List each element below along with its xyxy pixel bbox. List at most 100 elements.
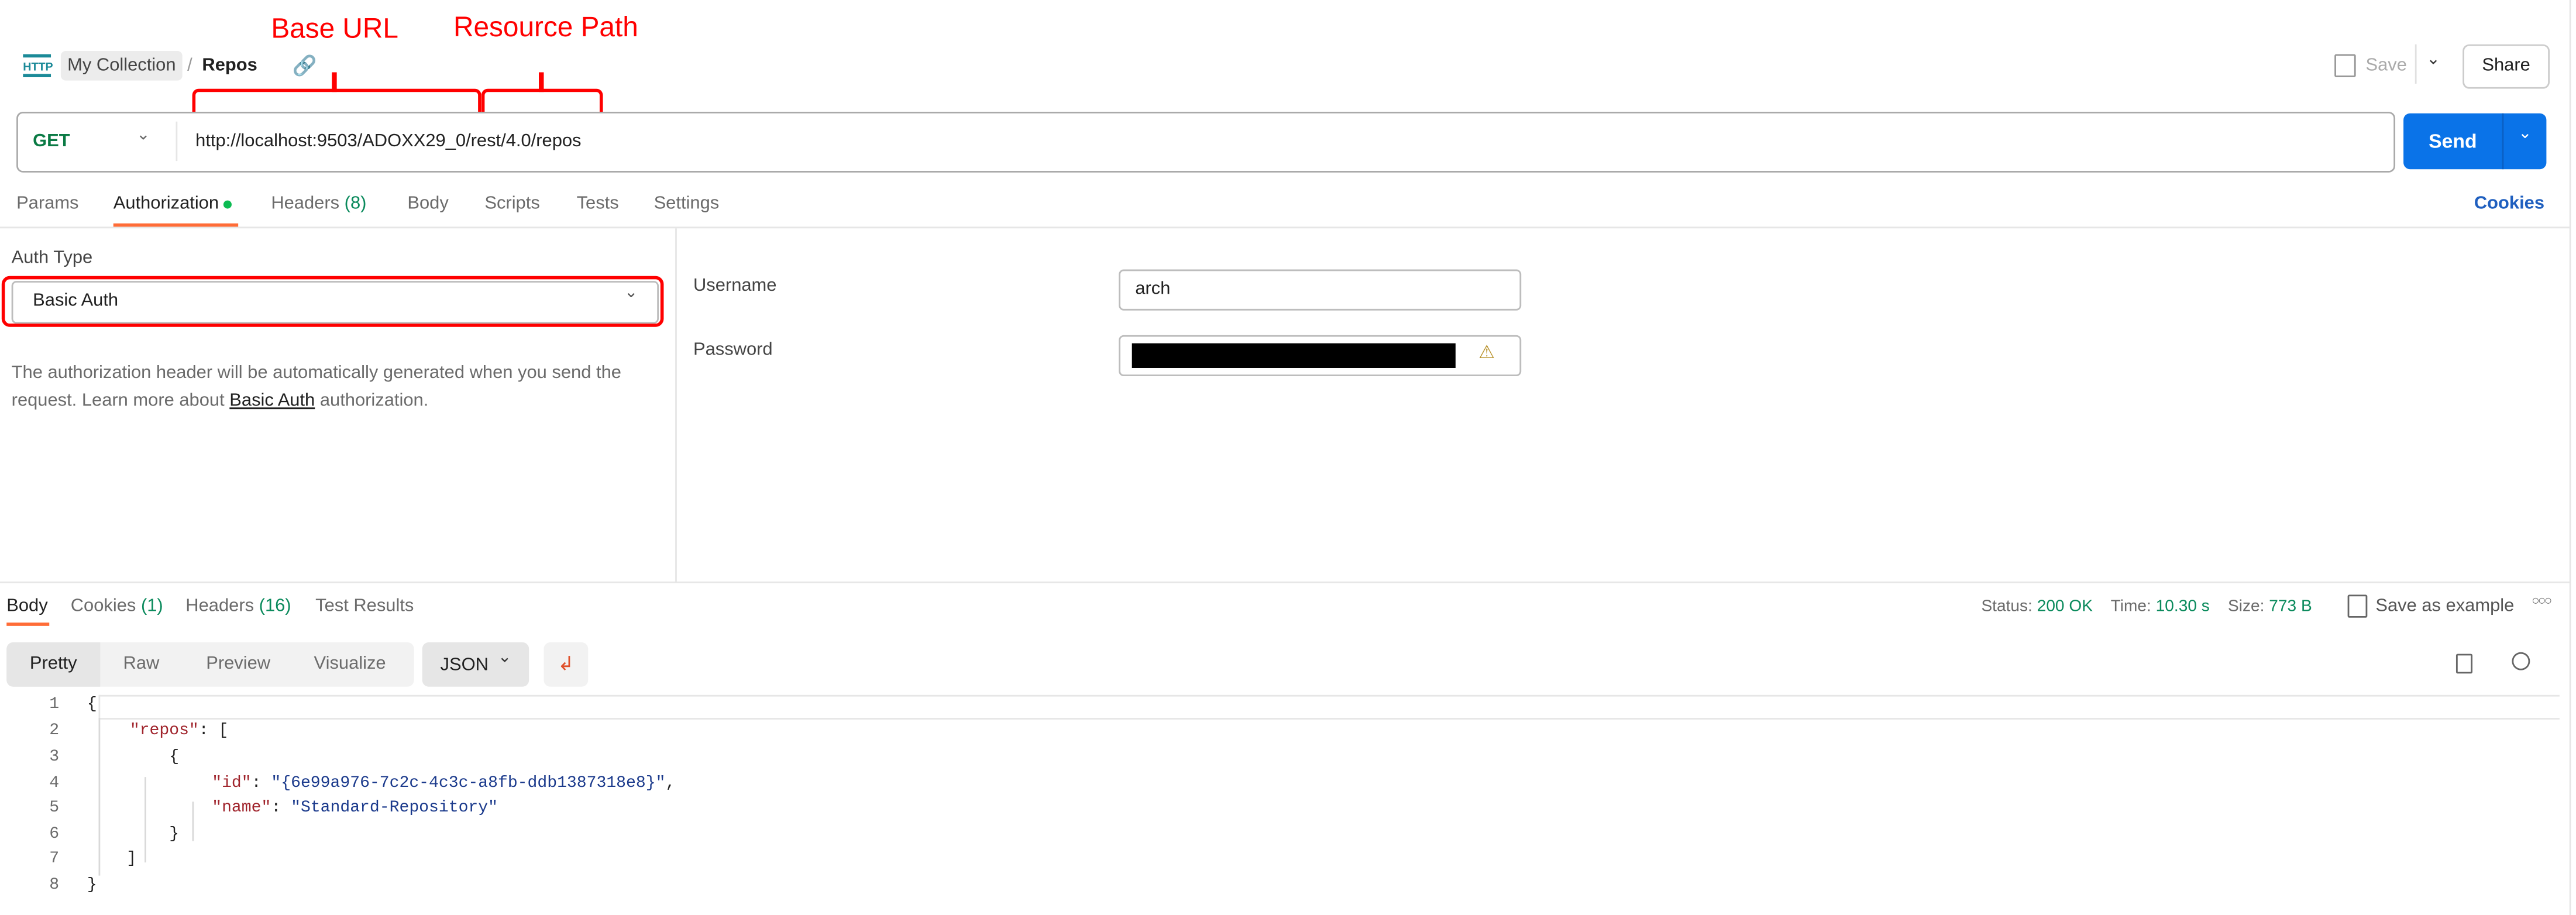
save-icon[interactable] [2334, 54, 2356, 77]
view-mode-raw[interactable]: Raw [104, 642, 179, 687]
tab-settings[interactable]: Settings [654, 194, 720, 214]
cookies-link[interactable]: Cookies [2474, 194, 2544, 214]
time-label: Time: [2110, 598, 2151, 616]
save-example-icon[interactable] [2347, 594, 2368, 618]
tab-count: (1) [140, 596, 163, 616]
line-number: 8 [49, 877, 60, 896]
line-number: 5 [49, 800, 60, 818]
chevron-down-icon: ⌄ [624, 284, 638, 302]
auth-description-line: request. Learn more about Basic Auth aut… [12, 388, 669, 416]
divider [176, 121, 178, 161]
code-line: { [87, 696, 97, 715]
code-line: ] [126, 851, 137, 869]
text: authorization. [315, 391, 429, 411]
code-line: "name": "Standard-Repository" [212, 800, 498, 818]
json-punct: : [ [198, 723, 229, 741]
active-tab-underline [6, 622, 50, 626]
username-input[interactable]: arch [1119, 269, 1522, 311]
indent-guide [145, 777, 146, 863]
username-value: arch [1135, 279, 1171, 300]
save-button[interactable]: Save [2366, 56, 2407, 75]
auth-description: The authorization header will be automat… [12, 360, 669, 415]
auth-type-value: Basic Auth [33, 291, 119, 311]
tab-body[interactable]: Body [407, 194, 448, 214]
size-label: Size: [2228, 598, 2265, 616]
send-button[interactable]: Send [2403, 113, 2502, 169]
request-name[interactable]: Repos [202, 56, 257, 75]
response-meta: Status: 200 OK Time: 10.30 s Size: 773 B [1981, 598, 2312, 616]
json-value: "{6e99a976-7c2c-4c3c-a8fb-ddb1387318e8}" [271, 775, 666, 794]
tab-tests[interactable]: Tests [577, 194, 619, 214]
size-value[interactable]: 773 B [2269, 598, 2312, 616]
more-options-icon[interactable]: ○○○ [2532, 593, 2552, 608]
response-tab-body[interactable]: Body [6, 596, 47, 616]
current-line-highlight [98, 694, 2560, 720]
json-value: "Standard-Repository" [291, 800, 498, 818]
indent-guide [98, 718, 101, 876]
tab-label: Cookies [70, 596, 136, 616]
warning-icon[interactable]: ⚠ [1478, 342, 1495, 363]
format-value: JSON [440, 655, 489, 676]
copy-icon[interactable] [2455, 653, 2473, 674]
time-value[interactable]: 10.30 s [2156, 598, 2210, 616]
send-button-group: Send ⌄ [2403, 113, 2547, 170]
line-number: 6 [49, 826, 60, 845]
tab-headers[interactable]: Headers (8) [271, 194, 366, 214]
line-number: 1 [49, 696, 60, 715]
tab-scripts[interactable]: Scripts [484, 194, 539, 214]
code-line: } [169, 826, 180, 845]
username-label: Username [693, 276, 777, 296]
json-key: "repos" [129, 723, 199, 741]
link-icon[interactable]: 🔗 [293, 54, 317, 77]
tab-label: Headers [271, 194, 340, 214]
window-edge [2569, 0, 2571, 915]
tab-authorization[interactable]: Authorization [114, 194, 232, 214]
method-chevron-icon[interactable]: ⌄ [136, 126, 150, 145]
password-input[interactable]: ⚠ [1119, 335, 1522, 377]
password-label: Password [693, 340, 773, 360]
save-as-example-button[interactable]: Save as example [2375, 596, 2514, 616]
tab-label: Authorization [113, 194, 219, 214]
url-input[interactable]: http://localhost:9503/ADOXX29_0/rest/4.0… [195, 132, 581, 152]
send-dropdown-chevron-icon[interactable]: ⌄ [2503, 125, 2546, 143]
tab-label: Headers [185, 596, 254, 616]
view-mode-pretty[interactable]: Pretty [6, 642, 101, 687]
auth-description-line: The authorization header will be automat… [11, 363, 621, 383]
wrap-lines-icon[interactable]: ↲ [544, 642, 589, 687]
json-punct: : [251, 775, 271, 794]
indent-guide [192, 802, 194, 841]
tab-count: (16) [259, 596, 291, 616]
view-mode-visualize[interactable]: Visualize [293, 642, 408, 687]
auth-type-select[interactable]: Basic Auth ⌄ [11, 281, 659, 324]
panel-divider [675, 228, 677, 583]
code-line: { [169, 749, 180, 768]
basic-auth-link[interactable]: Basic Auth [229, 391, 315, 411]
search-icon[interactable] [2512, 652, 2530, 670]
response-tab-headers[interactable]: Headers (16) [185, 596, 291, 616]
status-value[interactable]: 200 OK [2037, 598, 2093, 616]
json-punct: : [271, 800, 291, 818]
response-tab-cookies[interactable]: Cookies (1) [71, 596, 163, 616]
method-select[interactable]: GET [33, 132, 70, 152]
breadcrumb-separator: / [187, 56, 192, 76]
json-key: "name" [212, 800, 271, 818]
line-number: 4 [49, 775, 60, 794]
line-number: 3 [49, 749, 60, 768]
line-number: 2 [49, 723, 60, 741]
response-tab-test-results[interactable]: Test Results [315, 596, 414, 616]
auth-type-label: Auth Type [11, 248, 93, 268]
http-icon: HTTP [23, 54, 53, 77]
postman-request-view: Base URL Resource Path HTTP My Collectio… [0, 0, 2576, 915]
json-key: "id" [212, 775, 252, 794]
share-button[interactable]: Share [2462, 44, 2550, 89]
save-dropdown-chevron-icon[interactable]: ⌄ [2426, 51, 2440, 69]
annotation-base-url: Base URL [271, 13, 398, 44]
text: request. Learn more about [11, 391, 230, 411]
code-line: } [87, 877, 97, 896]
view-mode-preview[interactable]: Preview [184, 642, 292, 687]
tab-params[interactable]: Params [16, 194, 78, 214]
format-select[interactable]: JSON ⌄ [422, 642, 529, 687]
active-indicator-dot [223, 199, 232, 208]
breadcrumb-collection[interactable]: My Collection [60, 51, 183, 81]
status-label: Status: [1981, 598, 2032, 616]
